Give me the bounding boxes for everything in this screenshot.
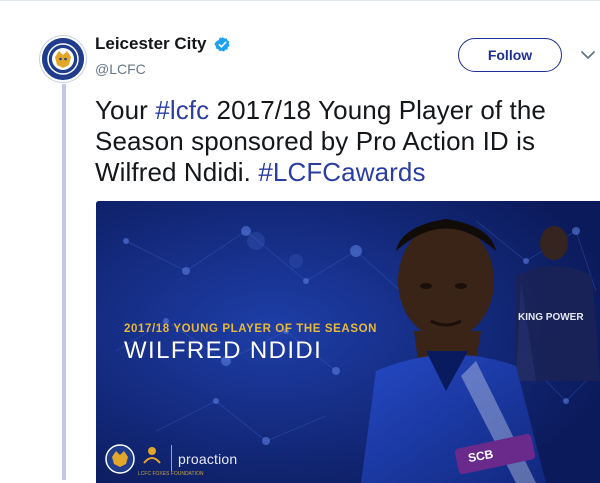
author-handle[interactable]: @LCFC [95,61,146,77]
award-title: 2017/18 YOUNG PLAYER OF THE SEASON [124,323,378,335]
kit-sponsor-text: KING POWER [518,312,584,323]
follow-button[interactable]: Follow [458,38,562,72]
author-name[interactable]: Leicester City [95,34,207,54]
hashtag-link-lcfc[interactable]: #lcfc [155,95,209,125]
avatar[interactable] [40,36,86,82]
club-crest-icon [42,38,84,80]
verified-badge-icon [214,37,230,52]
top-divider [0,0,600,1]
sponsor-logo: proaction [178,451,238,467]
thread-connector-line [62,84,66,480]
hashtag-link-lcfcawards[interactable]: #LCFCawards [258,157,425,187]
tweet-text-segment: Your [95,95,156,125]
tweet-text: Your #lcfc 2017/18 Young Player of the S… [95,95,595,188]
player-name: WILFRED NDIDI [124,337,323,364]
tweet-media-image[interactable]: 2017/18 YOUNG PLAYER OF THE SEASON WILFR… [96,201,600,483]
chevron-down-icon[interactable] [580,49,596,61]
foundation-logo-text: LCFC FOXES FOUNDATION [138,471,204,477]
